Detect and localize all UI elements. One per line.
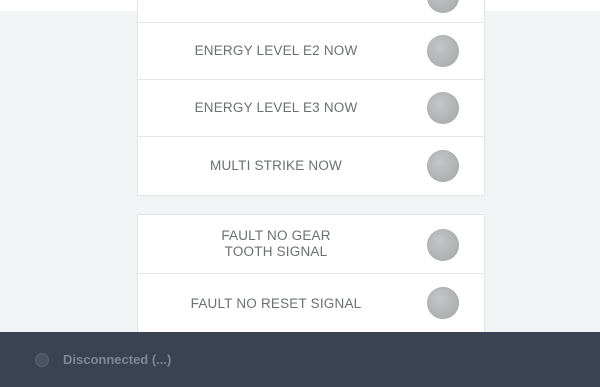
signal-row-label: ENERGY LEVEL E2 NOW: [194, 43, 358, 58]
signal-indicator-icon: [427, 150, 459, 182]
signal-indicator-icon: [427, 0, 459, 13]
connection-status-bar: Disconnected (...): [0, 332, 600, 387]
signal-row-multi-strike: MULTI STRIKE NOW: [138, 137, 484, 195]
connection-status-text: Disconnected (...): [63, 352, 172, 367]
signal-row-fault-gear-tooth: FAULT NO GEAR TOOTH SIGNAL: [138, 215, 484, 274]
signal-row-label: FAULT NO RESET SIGNAL: [190, 295, 362, 311]
signal-panel-faults: FAULT NO GEAR TOOTH SIGNAL FAULT NO RESE…: [137, 214, 485, 334]
signal-row-energy-e3: ENERGY LEVEL E3 NOW: [138, 80, 484, 137]
signal-row: [138, 0, 484, 23]
connection-status-icon: [35, 353, 49, 367]
signal-indicator-icon: [427, 229, 459, 261]
signal-row-label: FAULT NO GEAR TOOTH SIGNAL: [221, 228, 331, 259]
signal-row-energy-e2: ENERGY LEVEL E2 NOW: [138, 23, 484, 80]
signal-row-label: MULTI STRIKE NOW: [210, 158, 342, 173]
signal-panel-energy: ENERGY LEVEL E2 NOW ENERGY LEVEL E3 NOW …: [137, 0, 485, 196]
signal-row-label: ENERGY LEVEL E3 NOW: [194, 100, 358, 115]
signal-row-label: [138, 0, 414, 22]
signal-indicator-icon: [427, 35, 459, 67]
signal-row-fault-reset: FAULT NO RESET SIGNAL: [138, 274, 484, 333]
signal-indicator-icon: [427, 92, 459, 124]
signal-indicator-icon: [427, 287, 459, 319]
